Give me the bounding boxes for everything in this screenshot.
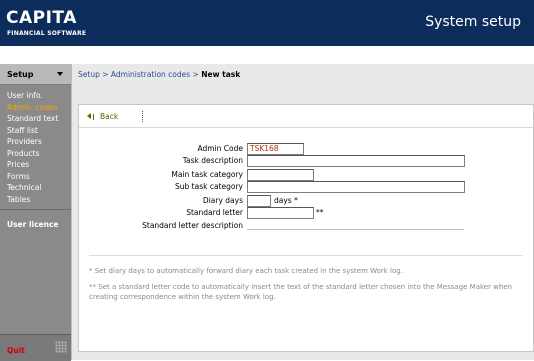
admin-code-label: Admin Code	[197, 144, 244, 153]
main-task-category-row: Main task category	[79, 169, 533, 181]
sub-task-category-field[interactable]	[247, 181, 465, 193]
sidebar-heading: Setup	[7, 70, 34, 79]
task-description-field[interactable]	[247, 155, 465, 167]
sub-task-category-label: Sub task category	[175, 182, 243, 191]
standard-letter-suffix: **	[316, 208, 324, 217]
form-panel: Back Admin Code TSK168 Task description …	[78, 104, 534, 352]
sub-task-category-row: Sub task category	[79, 181, 533, 193]
standard-letter-note: ** Set a standard letter code to automat…	[89, 283, 513, 301]
resize-grip-icon[interactable]	[55, 341, 67, 353]
sidebar-menu: User info. Admin. codes Standard text St…	[7, 90, 58, 205]
capita-logo: CAPITA	[6, 8, 77, 28]
diary-days-field[interactable]	[247, 195, 271, 207]
app-header: CAPITA FINANCIAL SOFTWARE System setup	[0, 0, 534, 46]
breadcrumb: Setup > Administration codes > New task	[78, 70, 240, 79]
sidebar-section-dropdown[interactable]: Setup	[0, 64, 71, 85]
sidebar-item-staff-list[interactable]: Staff list	[7, 125, 58, 137]
back-button[interactable]: Back	[87, 112, 118, 121]
sidebar-item-tables[interactable]: Tables	[7, 194, 58, 206]
sidebar-divider	[0, 209, 71, 210]
sidebar-item-user-licence[interactable]: User licence	[7, 220, 59, 229]
toolbar: Back	[79, 105, 533, 128]
diary-days-note: * Set diary days to automatically forwar…	[89, 267, 403, 275]
chevron-down-icon	[57, 72, 63, 76]
sidebar-footer: Quit	[0, 334, 71, 361]
sidebar-item-admin-codes[interactable]: Admin. codes	[7, 102, 58, 114]
main-content: Setup > Administration codes > New task …	[71, 64, 534, 360]
standard-letter-row: Standard letter **	[79, 207, 533, 219]
sidebar: Setup User info. Admin. codes Standard t…	[0, 64, 71, 361]
sidebar-item-products[interactable]: Products	[7, 148, 58, 160]
breadcrumb-setup[interactable]: Setup	[78, 70, 100, 79]
admin-code-row: Admin Code TSK168	[79, 143, 533, 155]
diary-days-label: Diary days	[202, 196, 243, 205]
breadcrumb-current: New task	[201, 70, 241, 79]
sidebar-item-user-info[interactable]: User info.	[7, 90, 58, 102]
standard-letter-description-row: Standard letter description	[79, 220, 533, 232]
main-task-category-label: Main task category	[171, 170, 243, 179]
breadcrumb-separator: >	[99, 70, 111, 79]
task-description-row: Task description	[79, 155, 533, 167]
standard-letter-label: Standard letter	[186, 208, 243, 217]
standard-letter-description-label: Standard letter description	[142, 221, 243, 230]
help-notes: * Set diary days to automatically forwar…	[89, 255, 523, 308]
admin-code-field[interactable]: TSK168	[247, 143, 304, 155]
back-bar-icon	[93, 114, 94, 120]
sidebar-item-providers[interactable]: Providers	[7, 136, 58, 148]
header-strip	[0, 46, 534, 65]
task-description-label: Task description	[182, 156, 243, 165]
diary-days-row: Diary days days *	[79, 195, 533, 207]
quit-button[interactable]: Quit	[7, 346, 25, 355]
sidebar-item-technical[interactable]: Technical	[7, 182, 58, 194]
main-task-category-field[interactable]	[247, 169, 314, 181]
breadcrumb-separator: >	[190, 70, 202, 79]
back-arrow-icon	[87, 113, 91, 119]
toolbar-separator	[142, 111, 144, 122]
standard-letter-description-value	[247, 229, 464, 230]
back-label: Back	[100, 112, 119, 121]
standard-letter-field[interactable]	[247, 207, 314, 219]
diary-days-suffix: days *	[274, 196, 298, 205]
logo-subtitle: FINANCIAL SOFTWARE	[7, 30, 87, 37]
page-title: System setup	[425, 14, 521, 30]
sidebar-item-prices[interactable]: Prices	[7, 159, 58, 171]
breadcrumb-administration-codes[interactable]: Administration codes	[111, 70, 190, 79]
sidebar-item-standard-text[interactable]: Standard text	[7, 113, 58, 125]
sidebar-item-forms[interactable]: Forms	[7, 171, 58, 183]
